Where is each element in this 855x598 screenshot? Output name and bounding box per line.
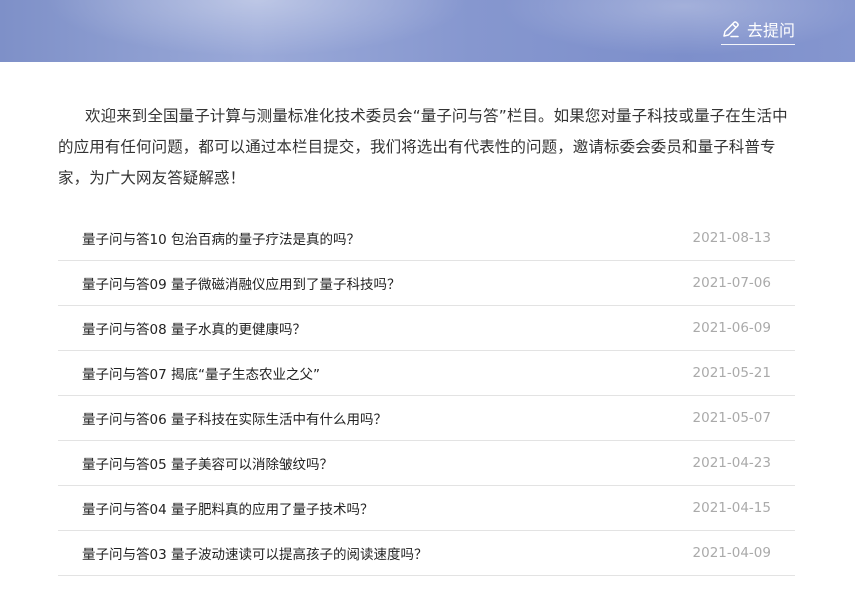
- qa-title[interactable]: 量子问与答05 量子美容可以消除皱纹吗？: [82, 453, 333, 473]
- qa-date: 2021-04-09: [692, 545, 771, 561]
- pencil-icon: [721, 19, 741, 39]
- qa-title[interactable]: 量子问与答06 量子科技在实际生活中有什么用吗？: [82, 408, 387, 428]
- qa-title[interactable]: 量子问与答07 揭底“量子生态农业之父”: [82, 363, 320, 383]
- qa-date: 2021-05-21: [692, 365, 771, 381]
- qa-date: 2021-06-09: [692, 320, 771, 336]
- list-item[interactable]: 量子问与答04 量子肥料真的应用了量子技术吗？ 2021-04-15: [58, 486, 795, 531]
- qa-date: 2021-04-23: [692, 455, 771, 471]
- qa-date: 2021-08-13: [692, 230, 771, 246]
- qa-list: 量子问与答10 包治百病的量子疗法是真的吗？ 2021-08-13 量子问与答0…: [58, 216, 795, 576]
- intro-paragraph: 欢迎来到全国量子计算与测量标准化技术委员会“量子问与答”栏目。如果您对量子科技或…: [58, 107, 788, 187]
- list-item[interactable]: 量子问与答10 包治百病的量子疗法是真的吗？ 2021-08-13: [58, 216, 795, 261]
- qa-date: 2021-04-15: [692, 500, 771, 516]
- ask-question-label: 去提问: [746, 21, 795, 40]
- list-item[interactable]: 量子问与答09 量子微磁消融仪应用到了量子科技吗？ 2021-07-06: [58, 261, 795, 306]
- qa-title[interactable]: 量子问与答08 量子水真的更健康吗？: [82, 318, 306, 338]
- qa-date: 2021-05-07: [692, 410, 771, 426]
- qa-title[interactable]: 量子问与答09 量子微磁消融仪应用到了量子科技吗？: [82, 273, 400, 293]
- list-item[interactable]: 量子问与答03 量子波动速读可以提高孩子的阅读速度吗？ 2021-04-09: [58, 531, 795, 576]
- list-item[interactable]: 量子问与答05 量子美容可以消除皱纹吗？ 2021-04-23: [58, 441, 795, 486]
- list-item[interactable]: 量子问与答08 量子水真的更健康吗？ 2021-06-09: [58, 306, 795, 351]
- qa-date: 2021-07-06: [692, 275, 771, 291]
- qa-title[interactable]: 量子问与答03 量子波动速读可以提高孩子的阅读速度吗？: [82, 543, 427, 563]
- list-item[interactable]: 量子问与答07 揭底“量子生态农业之父” 2021-05-21: [58, 351, 795, 396]
- qa-title[interactable]: 量子问与答10 包治百病的量子疗法是真的吗？: [82, 228, 360, 248]
- list-item[interactable]: 量子问与答06 量子科技在实际生活中有什么用吗？ 2021-05-07: [58, 396, 795, 441]
- ask-question-button[interactable]: 去提问: [720, 14, 795, 45]
- qa-title[interactable]: 量子问与答04 量子肥料真的应用了量子技术吗？: [82, 498, 373, 518]
- header-banner: 去提问: [0, 0, 855, 62]
